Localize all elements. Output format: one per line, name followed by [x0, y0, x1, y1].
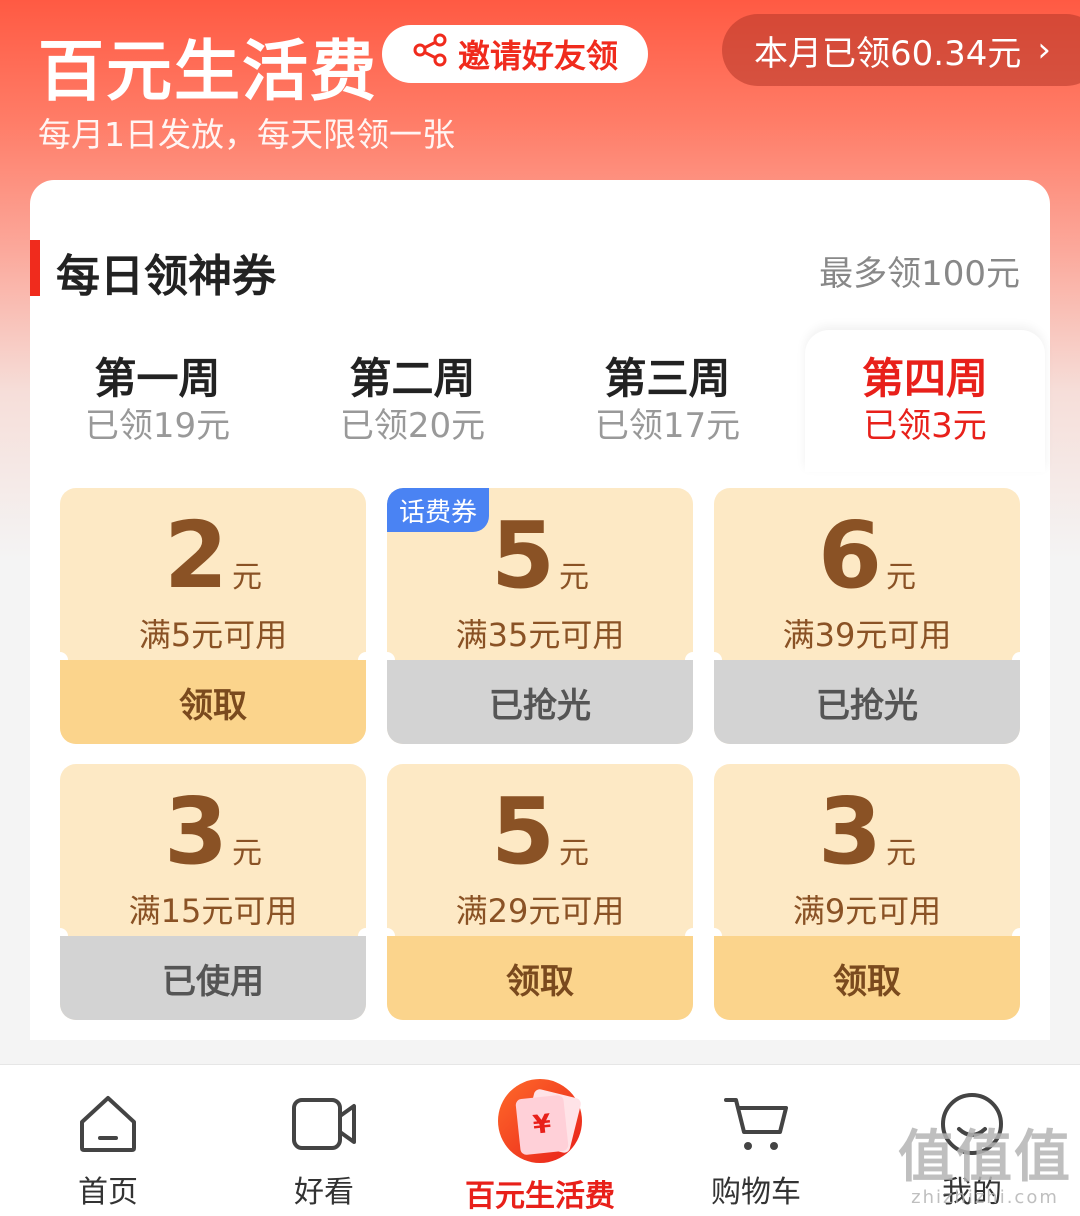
- page-title: 百元生活费: [38, 33, 378, 110]
- coupon-item: 5元 满29元可用 领取: [387, 764, 693, 1020]
- coupon-item: 3元 满9元可用 领取: [714, 764, 1020, 1020]
- coupon-unit: 元: [886, 560, 916, 595]
- nav-label: 首页: [78, 1175, 138, 1210]
- invite-label: 邀请好友领: [457, 37, 618, 75]
- week-claimed: 已领19元: [84, 406, 231, 446]
- coupon-amount: 3: [817, 778, 882, 885]
- nav-item-cart[interactable]: 购物车: [648, 1065, 864, 1216]
- coupon-condition: 满35元可用: [455, 616, 625, 654]
- tab-week-1[interactable]: 第一周 已领19元: [30, 330, 285, 472]
- coupon-item: 3元 满15元可用 已使用: [60, 764, 366, 1020]
- coupon-amount: 3: [163, 778, 228, 885]
- coupon-amount: 5: [490, 502, 555, 609]
- tab-week-2[interactable]: 第二周 已领20元: [285, 330, 540, 472]
- week-claimed: 已领17元: [594, 406, 741, 446]
- week-name: 第二周: [349, 354, 476, 403]
- coupon-unit: 元: [232, 560, 262, 595]
- coupon-unit: 元: [559, 560, 589, 595]
- nav-label: 好看: [294, 1175, 354, 1210]
- week-claimed: 已领20元: [339, 406, 486, 446]
- coupon-condition: 满29元可用: [455, 892, 625, 930]
- tab-week-4[interactable]: 第四周 已领3元: [805, 330, 1045, 472]
- watermark-url: zhizhizhi.com: [911, 1187, 1059, 1208]
- red-envelope-icon: ¥: [498, 1079, 583, 1163]
- coupon-item: 话费券 5元 满35元可用 已抢光: [387, 488, 693, 744]
- week-name: 第一周: [94, 354, 221, 403]
- section-accent-bar: [30, 240, 40, 296]
- week-name: 第三周: [604, 354, 731, 403]
- week-claimed: 已领3元: [863, 406, 987, 446]
- max-claim-note: 最多领100元: [819, 254, 1020, 294]
- video-camera-icon: [289, 1089, 359, 1159]
- nav-label: 百元生活费: [465, 1179, 615, 1214]
- invite-friends-button[interactable]: 邀请好友领: [382, 25, 648, 83]
- watermark-logo: 值值值: [898, 1125, 1072, 1190]
- sold-out-status: 已抢光: [387, 660, 693, 744]
- used-status: 已使用: [60, 936, 366, 1020]
- coupon-condition: 满9元可用: [792, 892, 942, 930]
- coupon-amount: 6: [817, 502, 882, 609]
- site-watermark: 值值值 zhizhizhi.com: [898, 1125, 1072, 1209]
- week-tabs: 第一周 已领19元 第二周 已领20元 第三周 已领17元 第四周 已领3元: [30, 330, 1050, 472]
- coupon-item: 6元 满39元可用 已抢光: [714, 488, 1020, 744]
- coupon-condition: 满15元可用: [128, 892, 298, 930]
- nav-label: 购物车: [711, 1175, 801, 1210]
- coupon-amount: 5: [490, 778, 555, 885]
- sold-out-status: 已抢光: [714, 660, 1020, 744]
- claim-button[interactable]: 领取: [60, 660, 366, 744]
- coupon-unit: 元: [559, 836, 589, 871]
- coupon-condition: 满5元可用: [138, 616, 288, 654]
- coupon-unit: 元: [232, 836, 262, 871]
- nav-item-living-allowance[interactable]: ¥ 百元生活费: [432, 1065, 648, 1216]
- shopping-cart-icon: [721, 1089, 791, 1159]
- coupon-unit: 元: [886, 836, 916, 871]
- tab-week-3[interactable]: 第三周 已领17元: [540, 330, 795, 472]
- home-icon: [73, 1089, 143, 1159]
- coupon-card: 每日领神券 最多领100元 第一周 已领19元 第二周 已领20元 第三周 已领…: [30, 180, 1050, 1040]
- week-name: 第四周: [861, 354, 988, 403]
- chevron-right-icon: ›: [1037, 30, 1051, 70]
- nav-item-video[interactable]: 好看: [216, 1065, 432, 1216]
- page-subtitle: 每月1日发放，每天限领一张: [38, 115, 455, 154]
- month-claimed-label: 本月已领60.34元: [754, 33, 1022, 74]
- nav-item-home[interactable]: 首页: [0, 1065, 216, 1216]
- coupon-condition: 满39元可用: [782, 616, 952, 654]
- month-claimed-button[interactable]: 本月已领60.34元 ›: [722, 14, 1080, 86]
- claim-button[interactable]: 领取: [714, 936, 1020, 1020]
- coupon-amount: 2: [163, 502, 228, 609]
- section-title: 每日领神券: [56, 251, 276, 302]
- claim-button[interactable]: 领取: [387, 936, 693, 1020]
- share-icon: [412, 32, 448, 76]
- coupon-item: 2元 满5元可用 领取: [60, 488, 366, 744]
